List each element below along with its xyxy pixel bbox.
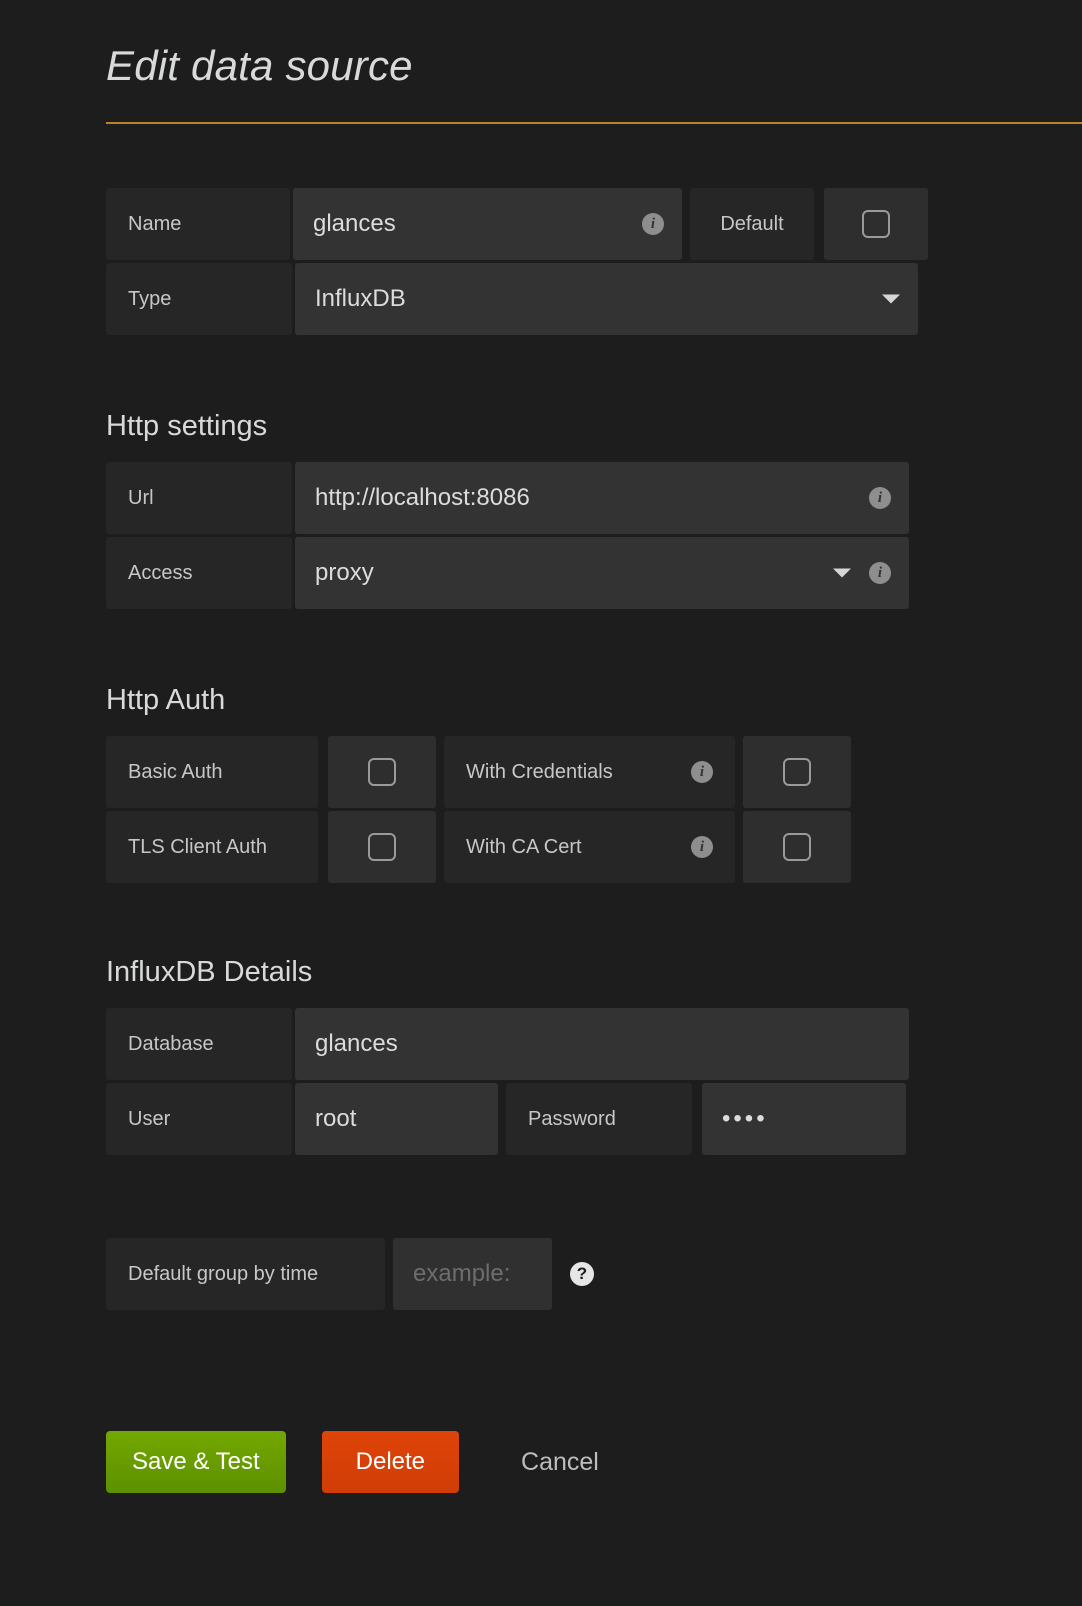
default-group-by-time-placeholder: example: (413, 1260, 511, 1287)
basic-auth-checkbox-cell[interactable] (328, 736, 436, 808)
access-select-value: proxy (315, 559, 374, 586)
page-title: Edit data source (106, 42, 413, 89)
user-label: User (106, 1083, 292, 1155)
default-checkbox-cell[interactable] (824, 188, 928, 260)
access-info-icon[interactable]: i (869, 562, 891, 584)
access-select[interactable]: proxy i (295, 537, 909, 609)
with-credentials-info-icon[interactable]: i (691, 761, 713, 783)
name-row: Name glances i Default (106, 188, 1082, 260)
access-row: Access proxy i (106, 537, 1082, 609)
default-group-by-time-help[interactable]: ? (570, 1238, 594, 1310)
url-info-icon[interactable]: i (869, 487, 891, 509)
url-row: Url http://localhost:8086 i (106, 462, 1082, 534)
with-ca-cert-label: With CA Cert (466, 835, 582, 858)
save-and-test-button[interactable]: Save & Test (106, 1431, 286, 1493)
type-select[interactable]: InfluxDB (295, 263, 918, 335)
password-input-value: •••• (722, 1105, 768, 1132)
http-settings-group: Http settings Url http://localhost:8086 … (106, 410, 1082, 609)
user-input-value: root (315, 1105, 357, 1132)
with-credentials-checkbox[interactable] (783, 758, 811, 786)
url-label: Url (106, 462, 292, 534)
http-auth-group: Http Auth Basic Auth With Credentials i … (106, 684, 1082, 883)
default-checkbox[interactable] (862, 210, 890, 238)
default-group-by-time-label: Default group by time (106, 1238, 385, 1310)
basic-settings-group: Name glances i Default Type InfluxDB (106, 188, 1082, 335)
name-label: Name (106, 188, 290, 260)
cancel-button[interactable]: Cancel (495, 1431, 625, 1493)
http-auth-heading: Http Auth (106, 684, 226, 716)
name-input[interactable]: glances i (293, 188, 682, 260)
influxdb-details-heading: InfluxDB Details (106, 956, 313, 988)
database-input[interactable]: glances (295, 1008, 909, 1080)
tls-client-auth-label: TLS Client Auth (106, 811, 318, 883)
type-select-value: InfluxDB (315, 285, 406, 312)
password-input[interactable]: •••• (702, 1083, 906, 1155)
user-input[interactable]: root (295, 1083, 498, 1155)
basic-auth-checkbox[interactable] (368, 758, 396, 786)
basic-auth-row: Basic Auth With Credentials i (106, 736, 1082, 808)
influxdb-details-group: InfluxDB Details Database glances User r… (106, 956, 1082, 1155)
with-credentials-cell: With Credentials i (444, 736, 735, 808)
with-ca-cert-checkbox[interactable] (783, 833, 811, 861)
with-credentials-checkbox-cell[interactable] (743, 736, 851, 808)
chevron-down-icon[interactable] (882, 294, 900, 304)
with-ca-cert-info-icon[interactable]: i (691, 836, 713, 858)
tls-client-auth-checkbox[interactable] (368, 833, 396, 861)
action-buttons: Save & Test Delete Cancel (106, 1431, 1082, 1493)
default-group-by-time-input[interactable]: example: (393, 1238, 552, 1310)
default-label: Default (690, 188, 814, 260)
question-mark-icon[interactable]: ? (570, 1262, 594, 1286)
http-settings-heading: Http settings (106, 410, 268, 442)
access-label: Access (106, 537, 292, 609)
database-row: Database glances (106, 1008, 1082, 1080)
url-input-value: http://localhost:8086 (315, 484, 530, 511)
tls-client-auth-row: TLS Client Auth With CA Cert i (106, 811, 1082, 883)
chevron-down-icon[interactable] (833, 568, 851, 578)
type-label: Type (106, 263, 292, 335)
with-ca-cert-checkbox-cell[interactable] (743, 811, 851, 883)
name-input-value: glances (313, 210, 396, 237)
with-ca-cert-cell: With CA Cert i (444, 811, 735, 883)
name-info-icon[interactable]: i (642, 213, 664, 235)
url-input[interactable]: http://localhost:8086 i (295, 462, 909, 534)
edit-data-source-page: Edit data source Name glances i Default … (0, 0, 1082, 1606)
delete-button[interactable]: Delete (321, 1431, 460, 1493)
database-label: Database (106, 1008, 292, 1080)
database-input-value: glances (315, 1030, 398, 1057)
type-row: Type InfluxDB (106, 263, 1082, 335)
default-group-by-time-row: Default group by time example: ? (106, 1238, 1082, 1310)
user-password-row: User root Password •••• (106, 1083, 1082, 1155)
tls-client-auth-checkbox-cell[interactable] (328, 811, 436, 883)
with-credentials-label: With Credentials (466, 760, 613, 783)
password-label: Password (506, 1083, 692, 1155)
basic-auth-label: Basic Auth (106, 736, 318, 808)
